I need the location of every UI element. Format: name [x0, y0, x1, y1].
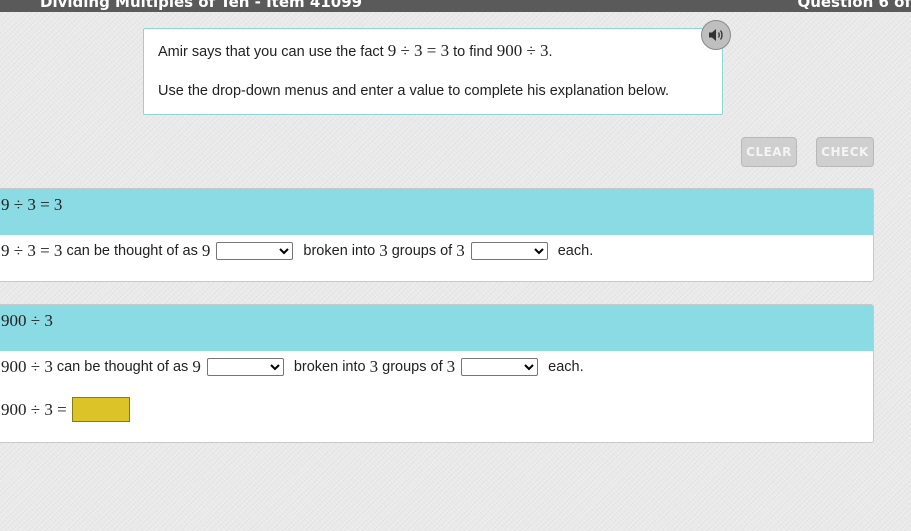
speaker-icon	[709, 29, 723, 41]
sentence-number: 3	[379, 241, 388, 260]
sentence-math: 900 ÷ 3	[1, 357, 53, 376]
sentence-number: 3	[456, 241, 465, 260]
prompt-text: .	[548, 44, 553, 60]
panel-target-header-math: 900 ÷ 3	[1, 311, 53, 330]
equation-math: 900 ÷ 3 =	[1, 399, 67, 419]
panel-target-sentence: 900 ÷ 3 can be thought of as 9 broken in…	[1, 357, 584, 377]
sentence-text: each.	[544, 359, 584, 375]
panel-fact-dropdown-2[interactable]	[470, 242, 548, 260]
panel-fact-header-math: 9 ÷ 3 = 3	[1, 195, 63, 214]
panel-target-dropdown-1[interactable]	[206, 358, 284, 376]
panel-target: 900 ÷ 3 900 ÷ 3 can be thought of as 9 b…	[0, 304, 874, 443]
prompt-line-2: Use the drop-down menus and enter a valu…	[158, 83, 670, 99]
panel-fact-header: 9 ÷ 3 = 3	[0, 189, 873, 235]
sentence-number: 9	[201, 241, 211, 260]
sentence-text: can be thought of as	[62, 243, 202, 259]
prompt-line-1: Amir says that you can use the fact 9 ÷ …	[158, 41, 553, 61]
clear-button[interactable]: CLEAR	[741, 137, 797, 167]
panel-fact: 9 ÷ 3 = 3 9 ÷ 3 = 3 can be thought of as…	[0, 188, 874, 282]
top-bar: Dividing Multiples of Ten - Item 41099 Q…	[0, 0, 911, 12]
sentence-number: 3	[369, 357, 379, 376]
answer-input[interactable]	[71, 397, 130, 422]
prompt-text: Amir says that you can use the fact	[158, 44, 388, 60]
sentence-text: broken into	[299, 243, 380, 259]
question-number: Question 6 of	[797, 0, 911, 11]
activity-title: Dividing Multiples of Ten - Item 41099	[40, 0, 363, 11]
panel-target-equation: 900 ÷ 3 =	[1, 397, 130, 422]
check-button[interactable]: CHECK	[816, 137, 874, 167]
question-prompt: Amir says that you can use the fact 9 ÷ …	[143, 28, 723, 115]
sentence-text: groups of	[378, 359, 447, 375]
sentence-number: 3	[446, 357, 456, 376]
audio-button[interactable]	[701, 20, 731, 50]
sentence-text: groups of	[387, 243, 457, 259]
panel-target-header: 900 ÷ 3	[0, 305, 873, 351]
sentence-text: broken into	[289, 359, 370, 375]
prompt-text: to find	[449, 44, 497, 60]
sentence-text: each.	[553, 243, 594, 259]
panel-target-dropdown-2[interactable]	[461, 358, 539, 376]
prompt-target-math: 900 ÷ 3	[496, 41, 549, 60]
panel-fact-sentence: 9 ÷ 3 = 3 can be thought of as 9 broken …	[1, 241, 593, 261]
sentence-number: 9	[192, 357, 201, 376]
sentence-text: can be thought of as	[52, 359, 193, 375]
prompt-fact-math: 9 ÷ 3 = 3	[387, 41, 450, 60]
sentence-math: 9 ÷ 3 = 3	[1, 241, 63, 260]
panel-fact-dropdown-1[interactable]	[216, 242, 294, 260]
